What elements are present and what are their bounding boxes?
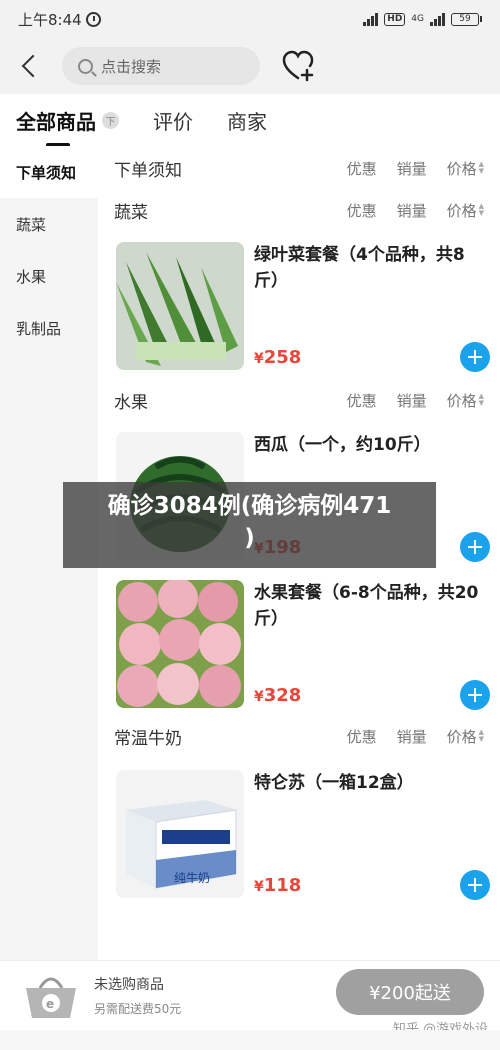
search-icon [78, 58, 93, 74]
sort-discount[interactable]: 优惠 [347, 390, 377, 411]
sidebar-item-order-notice[interactable]: 下单须知 [0, 146, 98, 198]
tab-reviews[interactable]: 评价 [153, 106, 193, 135]
battery-icon: 59 [451, 12, 482, 26]
sort-arrows-icon: ▲ ▼ [478, 728, 484, 743]
section-header: 蔬菜 优惠 销量 价格 ▲ ▼ [114, 190, 484, 230]
sort-discount[interactable]: 优惠 [347, 726, 377, 747]
section-title: 常温牛奶 [114, 728, 182, 749]
peaches-image [116, 580, 244, 708]
sort-discount[interactable]: 优惠 [347, 158, 377, 179]
sort-price[interactable]: 价格 ▲ ▼ [447, 158, 484, 179]
section-title: 水果 [114, 392, 148, 413]
tab-bar: 全部商品 下 评价 商家 [0, 94, 500, 147]
search-input[interactable]: 点击搜索 [62, 47, 260, 85]
sort-discount[interactable]: 优惠 [347, 200, 377, 221]
sort-sales[interactable]: 销量 [397, 726, 427, 747]
add-to-cart-button[interactable] [460, 342, 490, 372]
system-nav-bar [0, 1030, 500, 1050]
sort-sales[interactable]: 销量 [397, 200, 427, 221]
tab-merchant[interactable]: 商家 [227, 106, 267, 135]
clock-text: 上午8:44 [18, 10, 82, 29]
overlay-caption: 确诊3084例(确诊病例471 ) [63, 482, 436, 568]
product-card[interactable]: 绿叶菜套餐（4个品种，共8斤） ¥258 [114, 242, 490, 372]
leafy-greens-image [116, 242, 244, 370]
status-bar: 上午8:44 HD 4G 59 [0, 0, 500, 38]
section-header: 水果 优惠 销量 价格 ▲ ▼ [114, 380, 484, 420]
sidebar-item-vegetables[interactable]: 蔬菜 [0, 198, 98, 250]
cart-status: 未选购商品 [94, 977, 164, 993]
sort-price[interactable]: 价格 ▲ ▼ [447, 200, 484, 221]
alarm-icon [85, 11, 101, 27]
product-price: ¥118 [254, 875, 302, 896]
product-card[interactable]: 水果套餐（6-8个品种，共20斤） ¥328 [114, 580, 490, 710]
hd-badge: HD [384, 12, 406, 26]
add-to-cart-button[interactable] [460, 532, 490, 562]
sort-sales[interactable]: 销量 [397, 390, 427, 411]
product-name: 西瓜（一个，约10斤） [254, 435, 431, 455]
back-arrow-icon[interactable] [10, 46, 50, 86]
heart-plus-icon[interactable] [280, 48, 316, 84]
product-name: 绿叶菜套餐（4个品种，共8斤） [254, 245, 465, 291]
product-card[interactable]: 纯牛奶 特仑苏（一箱12盒） ¥118 [114, 770, 490, 900]
product-name: 特仑苏（一箱12盒） [254, 773, 414, 793]
checkout-button[interactable]: ¥200起送 [336, 969, 484, 1015]
shopping-basket-icon[interactable]: e [20, 968, 82, 1024]
section-header: 下单须知 优惠 销量 价格 ▲ ▼ [114, 148, 484, 188]
section-header: 常温牛奶 优惠 销量 价格 ▲ ▼ [114, 716, 484, 756]
sort-arrows-icon: ▲ ▼ [478, 160, 484, 175]
milk-box-text: 纯牛奶 [174, 870, 210, 885]
tab-all-products[interactable]: 全部商品 下 [16, 106, 119, 147]
cell-signal-icon [430, 12, 445, 26]
sort-arrows-icon: ▲ ▼ [478, 392, 484, 407]
top-bar: 点击搜索 [0, 38, 500, 94]
product-price: ¥328 [254, 685, 302, 706]
svg-text:e: e [46, 997, 54, 1011]
sort-price[interactable]: 价格 ▲ ▼ [447, 390, 484, 411]
pin-top-icon: 下 [102, 111, 119, 129]
add-to-cart-button[interactable] [460, 680, 490, 710]
wifi-signal-icon [363, 12, 379, 26]
sidebar-item-dairy[interactable]: 乳制品 [0, 302, 98, 354]
add-to-cart-button[interactable] [460, 870, 490, 900]
section-title: 蔬菜 [114, 202, 148, 223]
search-placeholder: 点击搜索 [101, 57, 162, 76]
sort-price[interactable]: 价格 ▲ ▼ [447, 726, 484, 747]
product-name: 水果套餐（6-8个品种，共20斤） [254, 583, 479, 629]
network-type: 4G [411, 14, 424, 24]
delivery-fee: 另需配送费50元 [94, 1002, 182, 1016]
milk-box-image: 纯牛奶 [116, 770, 244, 898]
sort-arrows-icon: ▲ ▼ [478, 202, 484, 217]
sidebar-item-fruit[interactable]: 水果 [0, 250, 98, 302]
product-price: ¥258 [254, 347, 302, 368]
sort-sales[interactable]: 销量 [397, 158, 427, 179]
battery-level: 59 [451, 12, 479, 26]
section-title: 下单须知 [114, 160, 182, 181]
